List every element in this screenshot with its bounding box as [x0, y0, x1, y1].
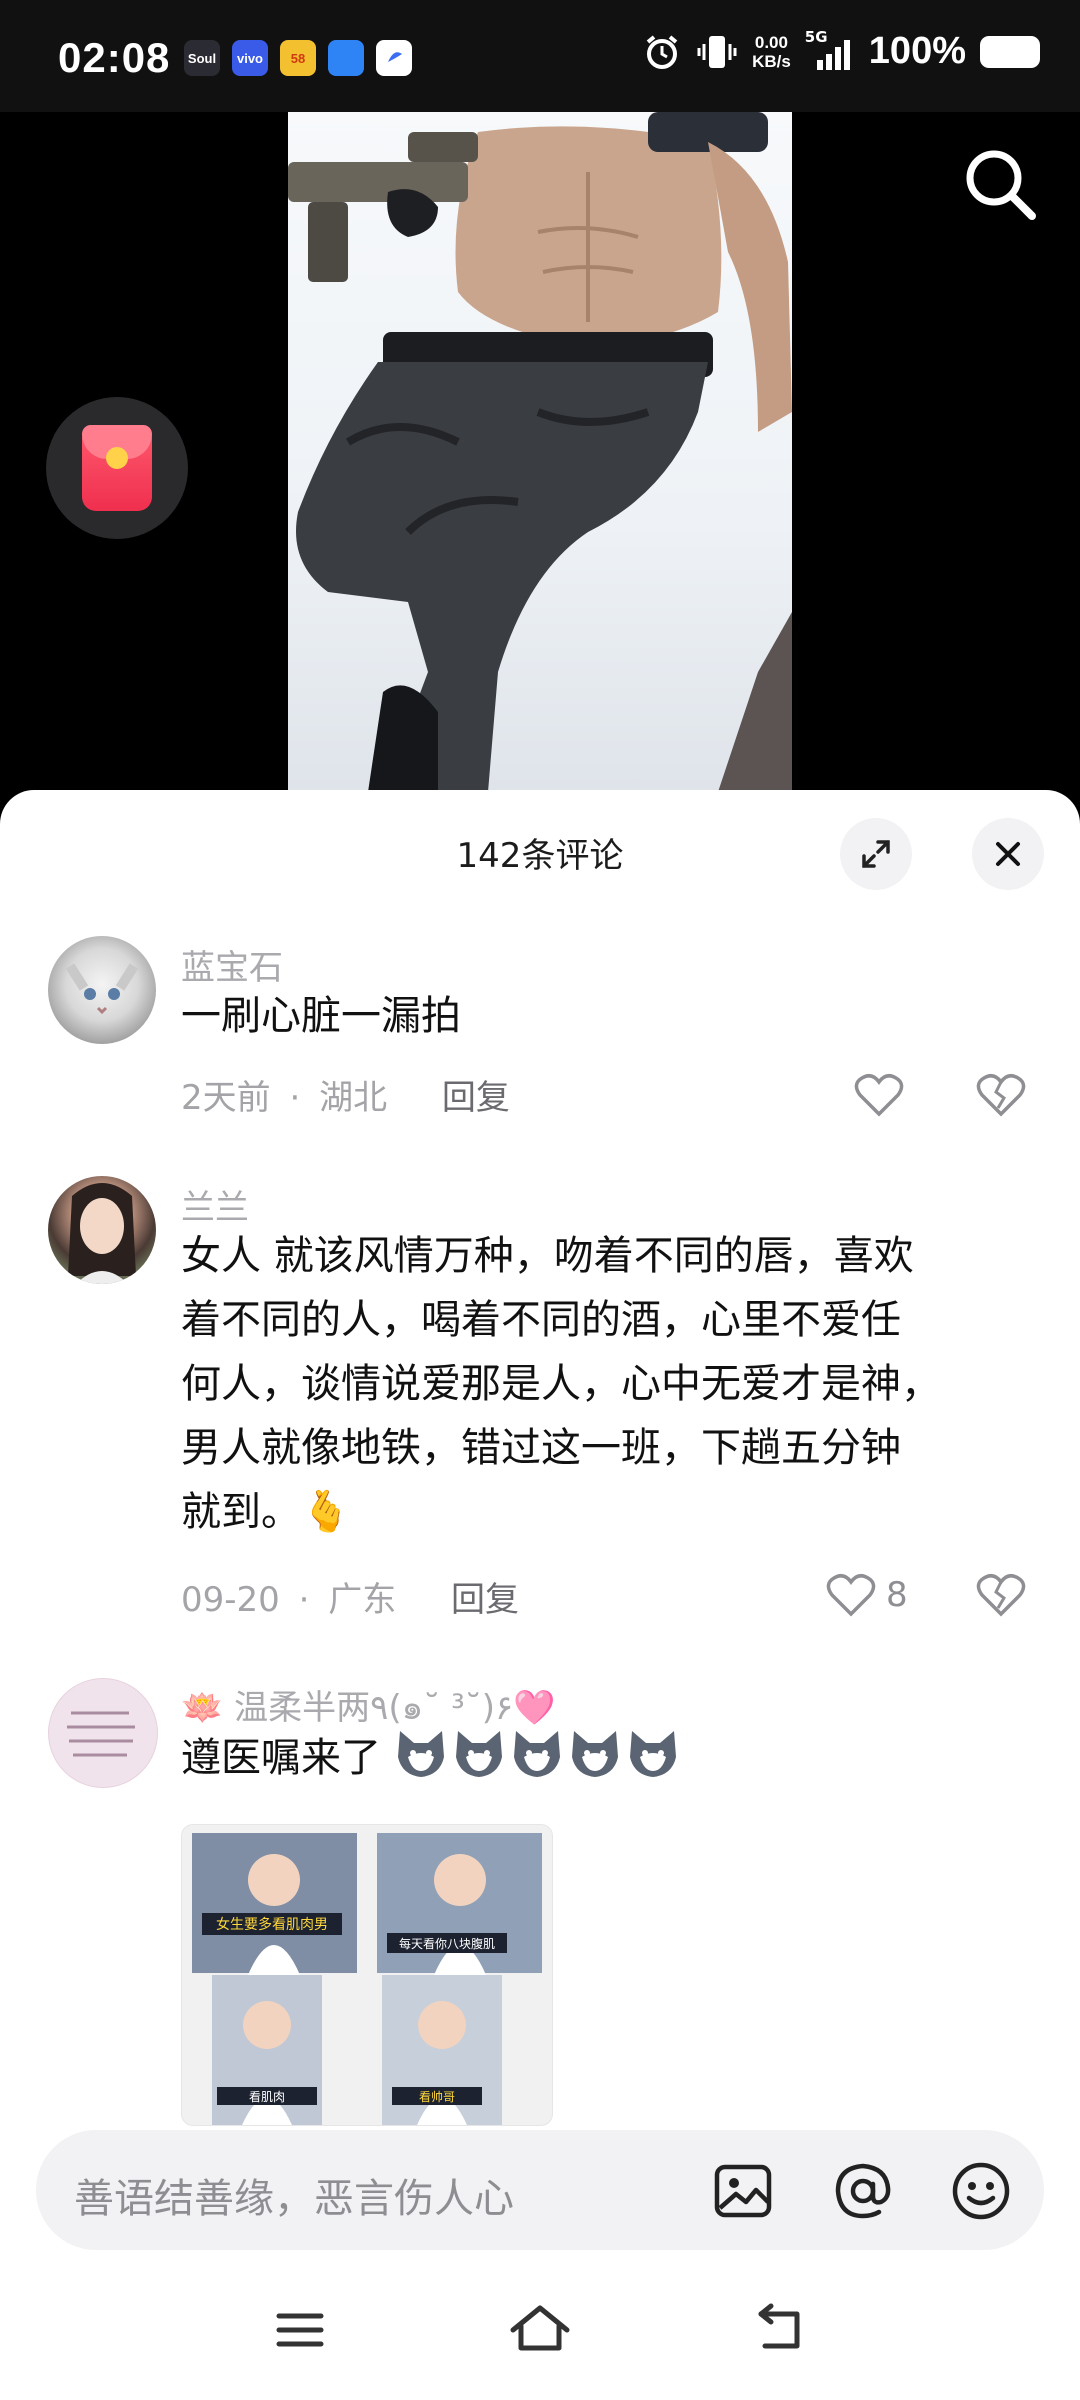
image-caption: 女生要多看肌肉男 [216, 1916, 328, 1933]
video-frame [288, 112, 792, 792]
58-app-icon: 58 [280, 40, 316, 76]
back-button[interactable] [745, 2300, 815, 2360]
status-bar: 02:08 Soul vivo 58 0.00 KB/s 5G 100% [0, 0, 1080, 112]
white-app-icon [376, 40, 412, 76]
expand-icon [862, 840, 890, 868]
image-caption: 看帅哥 [419, 2090, 455, 2104]
battery-percent: 100% [868, 30, 966, 72]
meta-separator: · [289, 1078, 301, 1118]
avatar[interactable] [48, 1176, 156, 1284]
finger-heart-emoji: 🫰 [301, 1489, 351, 1535]
blue-app-icon [328, 40, 364, 76]
system-nav-bar [0, 2250, 1080, 2400]
reply-button[interactable]: 回复 [442, 1078, 510, 1118]
signal-indicator: 5G [805, 28, 855, 72]
alarm-icon [646, 34, 678, 69]
comment-meta: 2天前 · 湖北 回复 [181, 1070, 510, 1119]
comment-meta: 09-20 · 广东 回复 [181, 1572, 519, 1621]
emoji-button[interactable] [950, 2160, 1012, 2222]
comment-author[interactable]: 蓝宝石 [181, 940, 283, 989]
avatar[interactable] [48, 1678, 158, 1788]
close-icon [996, 842, 1020, 866]
red-packet-icon [82, 425, 152, 511]
system-indicators: 0.00 KB/s 5G 100% [642, 28, 1040, 73]
broken-heart-icon [976, 1074, 1026, 1117]
wolf-emoji-icon [629, 1731, 676, 1777]
comment-time: 2天前 [181, 1078, 271, 1118]
at-icon [835, 2163, 891, 2219]
vibrate-icon [697, 35, 737, 68]
search-button[interactable] [958, 142, 1042, 226]
search-icon [966, 150, 1036, 220]
wolf-emoji-icon [513, 1731, 560, 1777]
expand-button[interactable] [840, 818, 912, 890]
net-speed: 0.00 KB/s [752, 32, 791, 71]
home-button[interactable] [505, 2300, 575, 2360]
comment-input-bar[interactable]: 善语结善缘，恶言伤人心 [36, 2130, 1044, 2250]
red-packet-button[interactable] [46, 397, 188, 539]
avatar[interactable] [48, 936, 156, 1044]
meta-separator: · [298, 1580, 310, 1620]
wolf-emoji-icon [455, 1731, 502, 1777]
like-count: 8 [886, 1575, 908, 1615]
close-button[interactable] [972, 818, 1044, 890]
comment-image[interactable]: 女生要多看肌肉男 每天看你八块腹肌 看肌肉 看帅哥 [181, 1824, 553, 2126]
mention-button[interactable] [832, 2160, 894, 2222]
menu-button[interactable] [265, 2300, 335, 2360]
comment-author[interactable]: 兰兰 [181, 1180, 249, 1229]
vivo-app-icon: vivo [232, 40, 268, 76]
comments-count-title: 142条评论 [456, 836, 624, 876]
like-button[interactable]: 8 [826, 1572, 908, 1618]
comment-input[interactable]: 善语结善缘，恶言伤人心 [74, 2166, 514, 2224]
comment-text: 女人 就该风情万种，吻着不同的唇，喜欢 着不同的人，喝着不同的酒，心里不爱任 何… [181, 1233, 941, 1535]
soul-app-icon: Soul [184, 40, 220, 76]
reply-button[interactable]: 回复 [451, 1580, 519, 1620]
heart-icon [826, 1574, 876, 1617]
lotus-emoji: 🪷 [181, 1688, 224, 1728]
emoji-icon [952, 2162, 1010, 2220]
broken-heart-icon [976, 1574, 1026, 1617]
notification-app-icons: Soul vivo 58 [184, 40, 412, 76]
image-caption: 看肌肉 [249, 2090, 285, 2104]
like-button[interactable] [854, 1072, 914, 1118]
home-icon [510, 2305, 570, 2351]
comment-time: 09-20 [181, 1580, 280, 1620]
image-button[interactable] [712, 2160, 774, 2222]
wolf-emoji-icon [571, 1731, 618, 1777]
status-time: 02:08 [58, 34, 171, 81]
back-icon [758, 2303, 800, 2349]
comment-location: 湖北 [319, 1078, 388, 1118]
menu-icon [276, 2313, 324, 2347]
comment-text: 遵医嘱来了 [181, 1726, 1041, 1790]
image-icon [714, 2164, 772, 2218]
video-player[interactable] [0, 112, 1080, 792]
wolf-emoji-icon [397, 1731, 444, 1777]
comment-text: 一刷心脏一漏拍 [181, 993, 461, 1039]
dislike-button[interactable] [976, 1572, 1026, 1622]
comment-location: 广东 [328, 1580, 397, 1620]
image-caption: 每天看你八块腹肌 [399, 1936, 495, 1951]
heart-icon [854, 1074, 904, 1117]
battery-icon [980, 35, 1040, 68]
signal-icon [816, 39, 850, 70]
dislike-button[interactable] [976, 1072, 1026, 1122]
